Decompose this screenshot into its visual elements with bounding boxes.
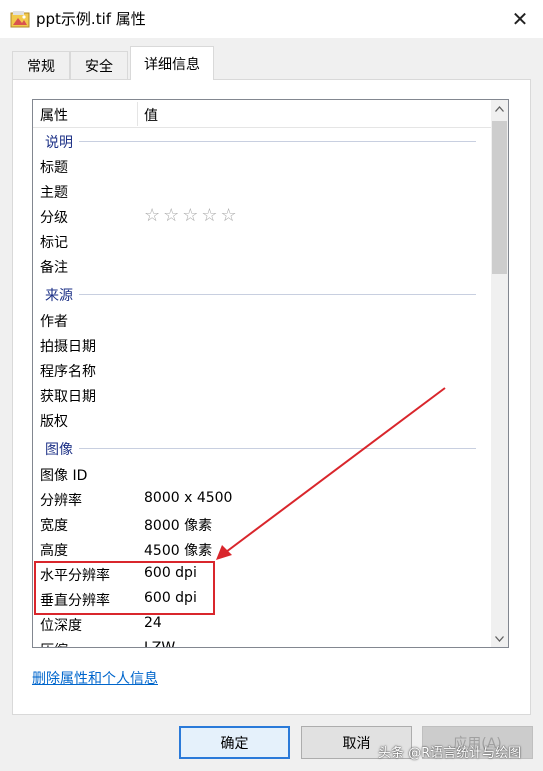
tab-security[interactable]: 安全 [70, 51, 128, 79]
table-row[interactable]: 高度 4500 像素 [33, 536, 492, 561]
table-row[interactable]: 主题 [33, 178, 492, 203]
column-divider[interactable] [137, 102, 138, 126]
title-bar: ppt示例.tif 属性 ✕ [0, 0, 543, 38]
property-value: 24 [144, 615, 162, 631]
vertical-scrollbar[interactable] [491, 100, 508, 647]
remove-properties-link[interactable]: 删除属性和个人信息 [32, 668, 158, 688]
property-name: 高度 [40, 543, 68, 559]
group-divider [45, 448, 476, 449]
property-name: 压缩 [40, 640, 68, 647]
property-name: 作者 [40, 314, 68, 330]
scroll-thumb[interactable] [492, 121, 507, 274]
table-row[interactable]: 版权 [33, 407, 492, 432]
table-row[interactable]: 获取日期 [33, 382, 492, 407]
group-header-image: 图像 [33, 435, 492, 460]
property-list[interactable]: 属性 值 说明 标题 主题 分级 ☆☆☆☆☆ 标记 备注 来源 作者 拍摄日期 … [32, 99, 509, 648]
property-value: LZW [144, 640, 176, 648]
group-divider [45, 294, 476, 295]
table-row[interactable]: 宽度 8000 像素 [33, 511, 492, 536]
table-row[interactable]: 标题 [33, 153, 492, 178]
property-name: 宽度 [40, 518, 68, 534]
column-header-property[interactable]: 属性 [40, 105, 68, 125]
group-label: 说明 [45, 132, 79, 152]
group-header-origin: 来源 [33, 281, 492, 306]
property-value: 8000 x 4500 [144, 490, 233, 506]
ok-button[interactable]: 确定 [179, 726, 290, 759]
chevron-up-icon [495, 105, 504, 112]
watermark-text: 头条 @R语言统计与绘图 [378, 746, 522, 761]
tab-label: 详细信息 [144, 56, 200, 73]
property-name: 备注 [40, 260, 68, 276]
tab-general[interactable]: 常规 [12, 51, 70, 79]
tif-file-icon [10, 10, 30, 28]
table-row-horizontal-resolution[interactable]: 水平分辨率 600 dpi [33, 561, 492, 586]
table-row-vertical-resolution[interactable]: 垂直分辨率 600 dpi [33, 586, 492, 611]
property-name: 版权 [40, 414, 68, 430]
close-button[interactable]: ✕ [497, 0, 543, 38]
close-icon: ✕ [511, 7, 529, 31]
table-row[interactable]: 备注 [33, 253, 492, 278]
table-row[interactable]: 分辨率 8000 x 4500 [33, 486, 492, 511]
chevron-down-icon [495, 635, 504, 642]
property-name: 分辨率 [40, 493, 82, 509]
group-label: 图像 [45, 439, 79, 459]
table-row[interactable]: 作者 [33, 307, 492, 332]
property-name: 获取日期 [40, 389, 96, 405]
tab-details[interactable]: 详细信息 [130, 46, 214, 80]
property-name: 图像 ID [40, 468, 88, 484]
property-name: 主题 [40, 185, 68, 201]
property-name: 分级 [40, 210, 68, 226]
window-title: ppt示例.tif 属性 [36, 10, 146, 28]
property-value: 8000 像素 [144, 518, 213, 534]
group-label: 来源 [45, 285, 79, 305]
property-name: 标题 [40, 160, 68, 176]
group-divider [45, 141, 476, 142]
table-row[interactable]: 程序名称 [33, 357, 492, 382]
property-name: 位深度 [40, 618, 82, 634]
property-name: 垂直分辨率 [40, 593, 110, 609]
table-row[interactable]: 图像 ID [33, 461, 492, 486]
tab-label: 安全 [85, 58, 113, 75]
group-header-description: 说明 [33, 128, 492, 153]
property-name: 标记 [40, 235, 68, 251]
table-row[interactable]: 拍摄日期 [33, 332, 492, 357]
property-value: 4500 像素 [144, 543, 213, 559]
property-value: 600 dpi [144, 590, 197, 606]
scroll-up-button[interactable] [491, 100, 508, 117]
scroll-down-button[interactable] [491, 630, 508, 647]
property-name: 水平分辨率 [40, 568, 110, 584]
list-rows: 说明 标题 主题 分级 ☆☆☆☆☆ 标记 备注 来源 作者 拍摄日期 程序名称 … [33, 128, 492, 648]
tab-label: 常规 [27, 58, 55, 75]
column-header-value[interactable]: 值 [144, 105, 158, 125]
table-row[interactable]: 分级 ☆☆☆☆☆ [33, 203, 492, 228]
table-row[interactable]: 标记 [33, 228, 492, 253]
property-name: 拍摄日期 [40, 339, 96, 355]
property-value: 600 dpi [144, 565, 197, 581]
list-header: 属性 值 [33, 100, 492, 128]
rating-stars[interactable]: ☆☆☆☆☆ [144, 205, 240, 226]
table-row[interactable]: 压缩 LZW [33, 636, 492, 648]
property-name: 程序名称 [40, 364, 96, 380]
table-row[interactable]: 位深度 24 [33, 611, 492, 636]
